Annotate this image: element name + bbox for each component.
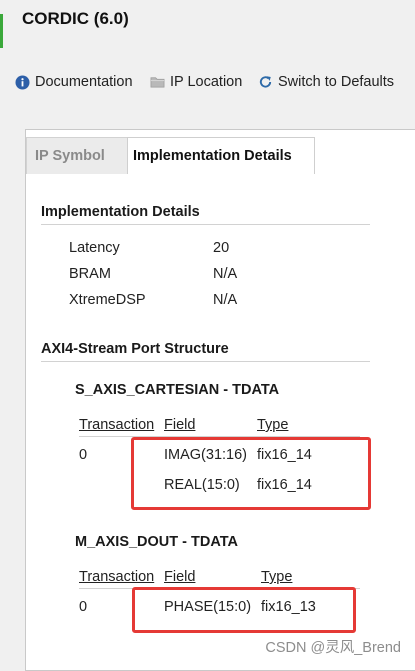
implementation-details-heading: Implementation Details — [41, 204, 200, 220]
type-column-header: Type — [257, 417, 289, 433]
info-icon — [15, 75, 30, 90]
tab-ip-symbol-label: IP Symbol — [35, 148, 105, 164]
folder-icon — [150, 75, 165, 90]
window-title: CORDIC (6.0) — [22, 9, 129, 28]
bram-label: BRAM — [69, 266, 111, 282]
watermark-text: CSDN @灵风_Brend — [265, 640, 401, 656]
bram-value: N/A — [213, 266, 238, 282]
tab-implementation-details-label: Implementation Details — [133, 148, 292, 164]
switch-to-defaults-label: Switch to Defaults — [278, 74, 395, 90]
refresh-icon — [258, 75, 273, 90]
latency-label: Latency — [69, 240, 120, 256]
transaction-column-header: Transaction — [79, 569, 155, 585]
s-axis-cartesian-title: S_AXIS_CARTESIAN - TDATA — [75, 382, 280, 398]
type-column-header: Type — [261, 569, 293, 585]
left-accent-bar — [0, 14, 3, 48]
tab-bar: IP Symbol Implementation Details — [26, 137, 415, 175]
field-column-header: Field — [164, 417, 196, 433]
transaction-cell: 0 — [79, 447, 88, 463]
tab-implementation-details[interactable]: Implementation Details — [127, 137, 315, 175]
ip-location-label: IP Location — [170, 74, 243, 90]
documentation-label: Documentation — [35, 74, 133, 90]
tab-ip-symbol[interactable]: IP Symbol — [26, 137, 128, 174]
latency-value: 20 — [213, 240, 230, 256]
documentation-link[interactable]: Documentation — [15, 72, 133, 92]
axi-port-structure-heading: AXI4-Stream Port Structure — [41, 341, 229, 357]
section-divider — [41, 361, 370, 362]
transaction-cell: 0 — [79, 599, 88, 615]
transaction-column-header: Transaction — [79, 417, 155, 433]
field-column-header: Field — [164, 569, 196, 585]
xtremedsp-label: XtremeDSP — [69, 292, 146, 308]
switch-to-defaults-button[interactable]: Switch to Defaults — [258, 72, 394, 92]
highlight-box — [132, 587, 356, 633]
section-divider — [41, 224, 370, 225]
m-axis-dout-title: M_AXIS_DOUT - TDATA — [75, 534, 238, 550]
highlight-box — [131, 437, 371, 510]
xtremedsp-value: N/A — [213, 292, 238, 308]
ip-location-button[interactable]: IP Location — [150, 72, 242, 92]
